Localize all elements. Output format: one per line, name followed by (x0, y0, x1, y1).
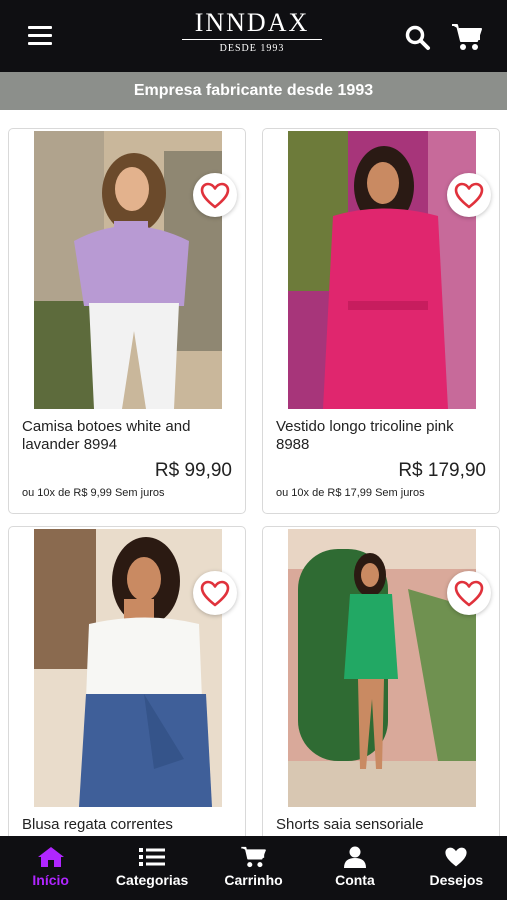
nav-account[interactable]: Conta (304, 836, 405, 900)
logo[interactable]: INNDAX DESDE 1993 (176, 8, 328, 66)
heart-icon (454, 182, 484, 208)
heart-icon (454, 580, 484, 606)
product-image[interactable] (34, 529, 222, 807)
nav-label: Desejos (429, 872, 484, 888)
logo-name: INNDAX (194, 8, 310, 37)
product-card[interactable]: Camisa botoes white and lavander 8994 R$… (8, 128, 246, 514)
heart-icon (445, 847, 467, 867)
nav-label: Conta (335, 872, 375, 888)
product-name[interactable]: Shorts saia sensoriale (276, 816, 491, 834)
product-price: R$ 99,90 (154, 460, 232, 481)
list-icon (139, 848, 166, 866)
bottom-navigation: Início Categorias Carrinho Conta Desejos (0, 836, 507, 900)
nav-label: Início (32, 872, 69, 888)
nav-home[interactable]: Início (0, 836, 101, 900)
search-icon[interactable] (404, 24, 432, 52)
nav-cart[interactable]: Carrinho (203, 836, 304, 900)
product-name[interactable]: Camisa botoes white and lavander 8994 (22, 418, 237, 454)
nav-label: Categorias (115, 872, 189, 888)
favorite-button[interactable] (447, 173, 491, 217)
cart-icon[interactable] (451, 22, 483, 52)
home-icon (37, 847, 64, 867)
product-name[interactable]: Vestido longo tricoline pink 8988 (276, 418, 491, 454)
product-price: R$ 179,90 (398, 460, 486, 481)
nav-categories[interactable]: Categorias (101, 836, 202, 900)
heart-icon (200, 182, 230, 208)
product-image[interactable] (288, 131, 476, 409)
cart-icon (240, 846, 266, 868)
hamburger-icon[interactable] (28, 26, 52, 46)
product-name[interactable]: Blusa regata correntes (22, 816, 237, 834)
logo-rule (182, 39, 322, 40)
installment-text: ou 10x de R$ 17,99 Sem juros (276, 487, 425, 499)
favorite-button[interactable] (193, 571, 237, 615)
nav-label: Carrinho (224, 872, 283, 888)
product-image[interactable] (34, 131, 222, 409)
logo-since: DESDE 1993 (219, 43, 285, 54)
product-card[interactable]: Blusa regata correntes (8, 526, 246, 846)
nav-wishlist[interactable]: Desejos (406, 836, 507, 900)
heart-icon (200, 580, 230, 606)
announcement-banner: Empresa fabricante desde 1993 (0, 72, 507, 110)
top-bar: INNDAX DESDE 1993 (0, 0, 507, 72)
product-image[interactable] (288, 529, 476, 807)
product-card[interactable]: Vestido longo tricoline pink 8988 R$ 179… (262, 128, 500, 514)
product-card[interactable]: Shorts saia sensoriale (262, 526, 500, 846)
favorite-button[interactable] (193, 173, 237, 217)
user-icon (343, 846, 366, 868)
favorite-button[interactable] (447, 571, 491, 615)
installment-text: ou 10x de R$ 9,99 Sem juros (22, 487, 165, 499)
